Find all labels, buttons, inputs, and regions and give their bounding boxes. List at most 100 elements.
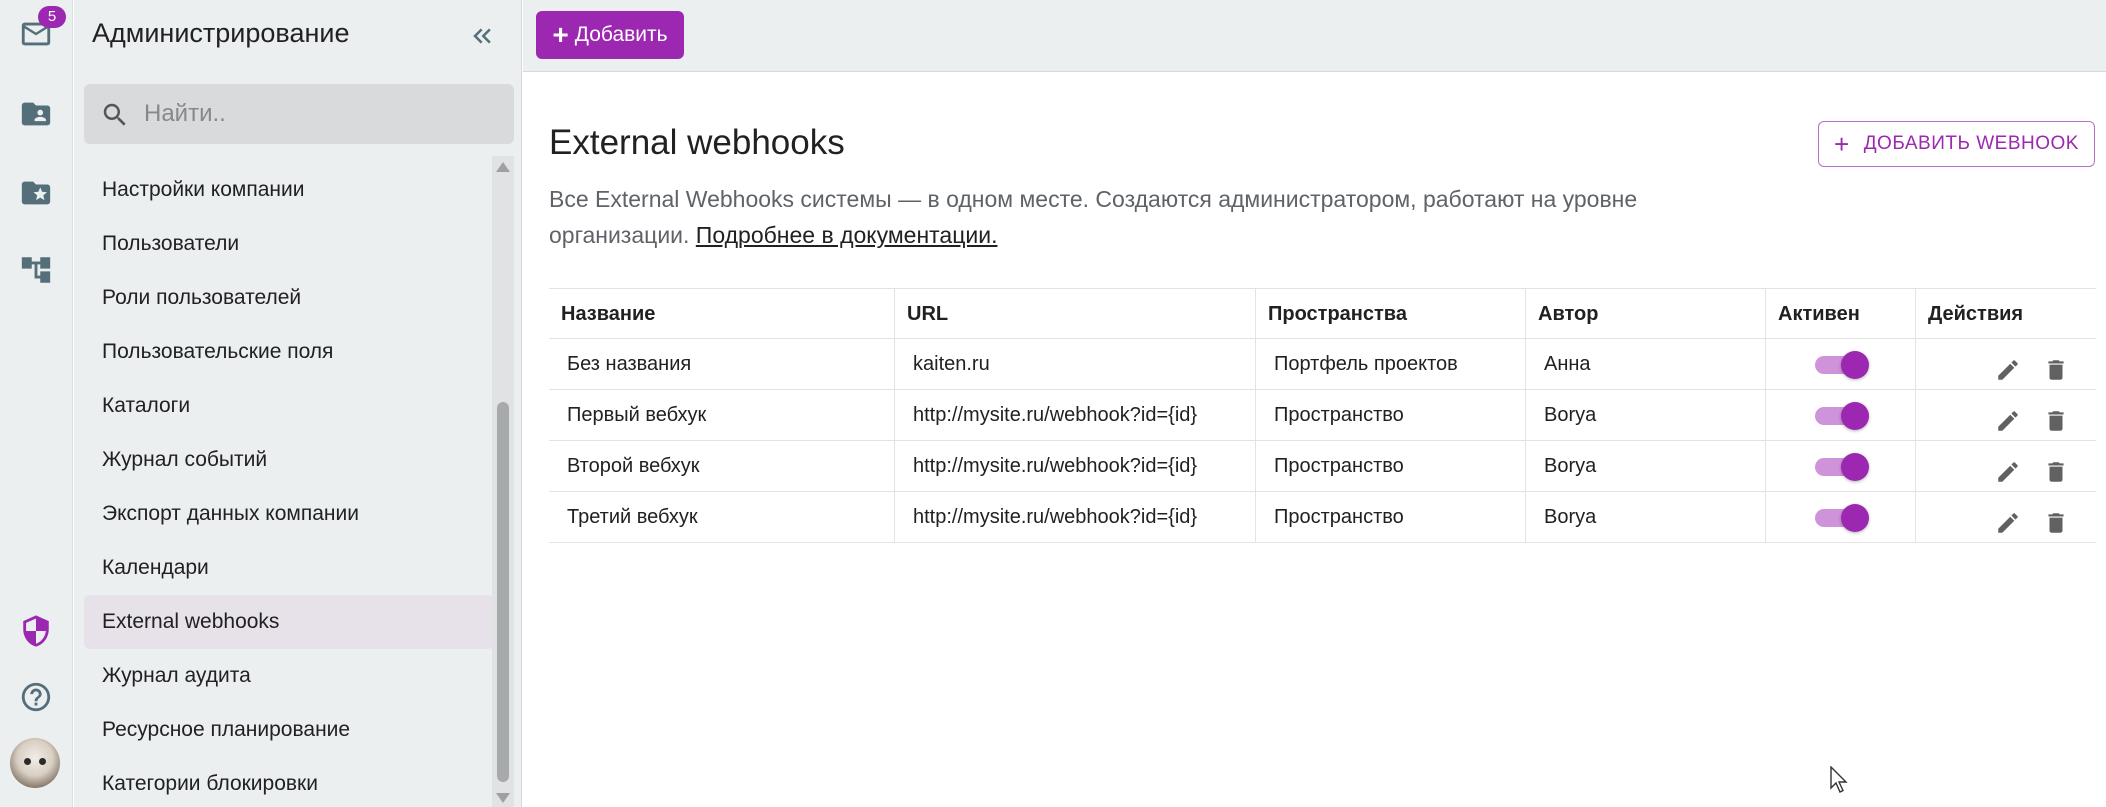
folder-star-icon bbox=[21, 181, 51, 205]
sidebar-title: Администрирование bbox=[92, 18, 350, 48]
table-header-row: Название URL Пространства Автор Активен … bbox=[549, 289, 2096, 339]
folder-person-icon bbox=[21, 102, 51, 126]
sidebar-item-users[interactable]: Пользователи bbox=[84, 217, 494, 271]
avatar-eye bbox=[39, 758, 46, 765]
add-webhook-button[interactable]: + ДОБАВИТЬ WEBHOOK bbox=[1818, 121, 2095, 167]
table-row[interactable]: Второй вебхук http://mysite.ru/webhook?i… bbox=[549, 441, 2096, 492]
column-header-author[interactable]: Автор bbox=[1526, 289, 1766, 338]
active-toggle[interactable] bbox=[1815, 402, 1869, 430]
shield-icon bbox=[23, 615, 49, 647]
mouse-cursor-icon bbox=[1830, 766, 1848, 793]
structure-button[interactable] bbox=[12, 246, 60, 294]
webhook-author: Borya bbox=[1526, 390, 1766, 440]
main-content: External webhooks + ДОБАВИТЬ WEBHOOK Все… bbox=[523, 73, 2106, 807]
column-header-active[interactable]: Активен bbox=[1766, 289, 1916, 338]
scroll-down-arrow-icon[interactable] bbox=[496, 793, 510, 803]
webhook-url: http://mysite.ru/webhook?id={id} bbox=[895, 441, 1256, 491]
active-toggle[interactable] bbox=[1815, 351, 1869, 379]
avatar[interactable] bbox=[10, 738, 60, 788]
sidebar-item-data-export[interactable]: Экспорт данных компании bbox=[84, 487, 494, 541]
active-cell bbox=[1766, 492, 1916, 542]
scroll-thumb[interactable] bbox=[497, 402, 509, 782]
webhooks-table: Название URL Пространства Автор Активен … bbox=[549, 288, 2096, 543]
sidebar-scrollbar[interactable] bbox=[492, 156, 514, 807]
webhook-author: Анна bbox=[1526, 339, 1766, 389]
toggle-knob bbox=[1841, 351, 1869, 379]
webhook-url: kaiten.ru bbox=[895, 339, 1256, 389]
active-cell bbox=[1766, 339, 1916, 389]
delete-icon[interactable] bbox=[2043, 454, 2069, 482]
column-header-name[interactable]: Название bbox=[549, 289, 895, 338]
column-header-spaces[interactable]: Пространства bbox=[1256, 289, 1526, 338]
toggle-knob bbox=[1841, 453, 1869, 481]
admin-sidebar: Администрирование Настройки компании Пол… bbox=[74, 0, 522, 807]
avatar-eye bbox=[24, 758, 31, 765]
documentation-link[interactable]: Подробнее в документации. bbox=[696, 222, 998, 248]
admin-button[interactable] bbox=[12, 607, 60, 655]
active-toggle[interactable] bbox=[1815, 504, 1869, 532]
mail-button[interactable]: 5 bbox=[12, 6, 66, 58]
sidebar-item-calendars[interactable]: Календари bbox=[84, 541, 494, 595]
search-box bbox=[84, 84, 514, 144]
edit-icon[interactable] bbox=[1995, 454, 2021, 482]
help-button[interactable] bbox=[12, 673, 60, 721]
webhook-name: Первый вебхук bbox=[549, 390, 895, 440]
plus-icon: + bbox=[1834, 129, 1850, 159]
webhook-url: http://mysite.ru/webhook?id={id} bbox=[895, 390, 1256, 440]
collapse-sidebar-button[interactable] bbox=[464, 18, 500, 54]
webhook-url: http://mysite.ru/webhook?id={id} bbox=[895, 492, 1256, 542]
search-input[interactable] bbox=[144, 84, 494, 144]
webhook-name: Третий вебхук bbox=[549, 492, 895, 542]
spaces-button[interactable] bbox=[12, 90, 60, 138]
plus-icon: + bbox=[552, 19, 569, 50]
webhook-author: Borya bbox=[1526, 492, 1766, 542]
toggle-knob bbox=[1841, 402, 1869, 430]
actions-cell bbox=[1916, 441, 2096, 491]
sidebar-item-user-roles[interactable]: Роли пользователей bbox=[84, 271, 494, 325]
top-bar: + Добавить bbox=[523, 0, 2106, 72]
webhook-author: Borya bbox=[1526, 441, 1766, 491]
sidebar-item-resource-planning[interactable]: Ресурсное планирование bbox=[84, 703, 494, 757]
edit-icon[interactable] bbox=[1995, 352, 2021, 380]
sidebar-item-event-log[interactable]: Журнал событий bbox=[84, 433, 494, 487]
column-header-url[interactable]: URL bbox=[895, 289, 1256, 338]
table-row[interactable]: Третий вебхук http://mysite.ru/webhook?i… bbox=[549, 492, 2096, 543]
sidebar-item-external-webhooks[interactable]: External webhooks bbox=[84, 595, 494, 649]
webhook-name: Без названия bbox=[549, 339, 895, 389]
add-webhook-label: ДОБАВИТЬ WEBHOOK bbox=[1863, 133, 2079, 154]
delete-icon[interactable] bbox=[2043, 505, 2069, 533]
help-icon bbox=[21, 682, 51, 712]
sidebar-item-company-settings[interactable]: Настройки компании bbox=[84, 163, 494, 217]
active-toggle[interactable] bbox=[1815, 453, 1869, 481]
add-button-label: Добавить bbox=[574, 23, 668, 46]
webhook-space: Пространство bbox=[1256, 390, 1526, 440]
column-header-actions: Действия bbox=[1928, 303, 2024, 325]
sidebar-item-block-categories[interactable]: Категории блокировки bbox=[84, 757, 494, 807]
app-rail: 5 bbox=[0, 0, 73, 807]
webhook-space: Пространство bbox=[1256, 492, 1526, 542]
webhook-space: Пространство bbox=[1256, 441, 1526, 491]
edit-icon[interactable] bbox=[1995, 505, 2021, 533]
table-row[interactable]: Без названия kaiten.ru Портфель проектов… bbox=[549, 339, 2096, 390]
sidebar-item-audit-log[interactable]: Журнал аудита bbox=[84, 649, 494, 703]
edit-icon[interactable] bbox=[1995, 403, 2021, 431]
actions-cell bbox=[1916, 339, 2096, 389]
add-button[interactable]: + Добавить bbox=[536, 11, 684, 59]
active-cell bbox=[1766, 441, 1916, 491]
toggle-knob bbox=[1841, 504, 1869, 532]
hierarchy-icon bbox=[21, 257, 51, 283]
table-row[interactable]: Первый вебхук http://mysite.ru/webhook?i… bbox=[549, 390, 2096, 441]
webhook-name: Второй вебхук bbox=[549, 441, 895, 491]
search-icon bbox=[103, 103, 126, 126]
actions-cell bbox=[1916, 492, 2096, 542]
delete-icon[interactable] bbox=[2043, 352, 2069, 380]
page-title: External webhooks bbox=[549, 123, 845, 162]
active-cell bbox=[1766, 390, 1916, 440]
sidebar-item-custom-fields[interactable]: Пользовательские поля bbox=[84, 325, 494, 379]
chevron-double-left-icon bbox=[473, 28, 491, 44]
sidebar-item-catalogs[interactable]: Каталоги bbox=[84, 379, 494, 433]
scroll-up-arrow-icon[interactable] bbox=[496, 162, 510, 172]
webhook-space: Портфель проектов bbox=[1256, 339, 1526, 389]
delete-icon[interactable] bbox=[2043, 403, 2069, 431]
favorites-button[interactable] bbox=[12, 169, 60, 217]
